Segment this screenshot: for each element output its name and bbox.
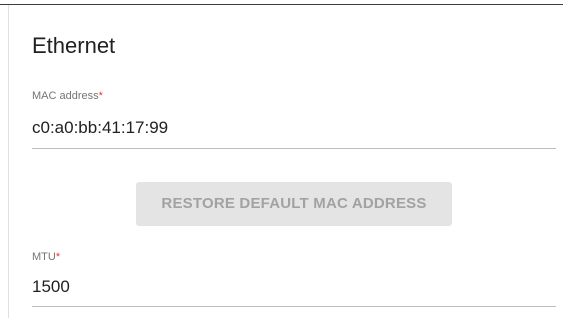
restore-default-mac-button[interactable]: RESTORE DEFAULT MAC ADDRESS	[136, 182, 452, 226]
mtu-input[interactable]: 1500	[32, 276, 70, 298]
mtu-label: MTU*	[32, 250, 60, 264]
mac-address-label: MAC address*	[32, 89, 103, 103]
section-title: Ethernet	[32, 33, 116, 58]
mac-address-label-text: MAC address	[32, 90, 99, 102]
mac-address-input[interactable]: c0:a0:bb:41:17:99	[32, 117, 168, 139]
mtu-required-asterisk: *	[55, 251, 61, 263]
mac-required-asterisk: *	[98, 90, 103, 102]
mtu-underline	[32, 306, 556, 307]
mtu-label-text: MTU	[32, 251, 56, 263]
top-divider	[0, 4, 563, 5]
mac-address-underline	[32, 148, 556, 149]
ethernet-settings-panel: Ethernet MAC address* c0:a0:bb:41:17:99 …	[0, 0, 563, 318]
left-divider	[8, 5, 9, 318]
